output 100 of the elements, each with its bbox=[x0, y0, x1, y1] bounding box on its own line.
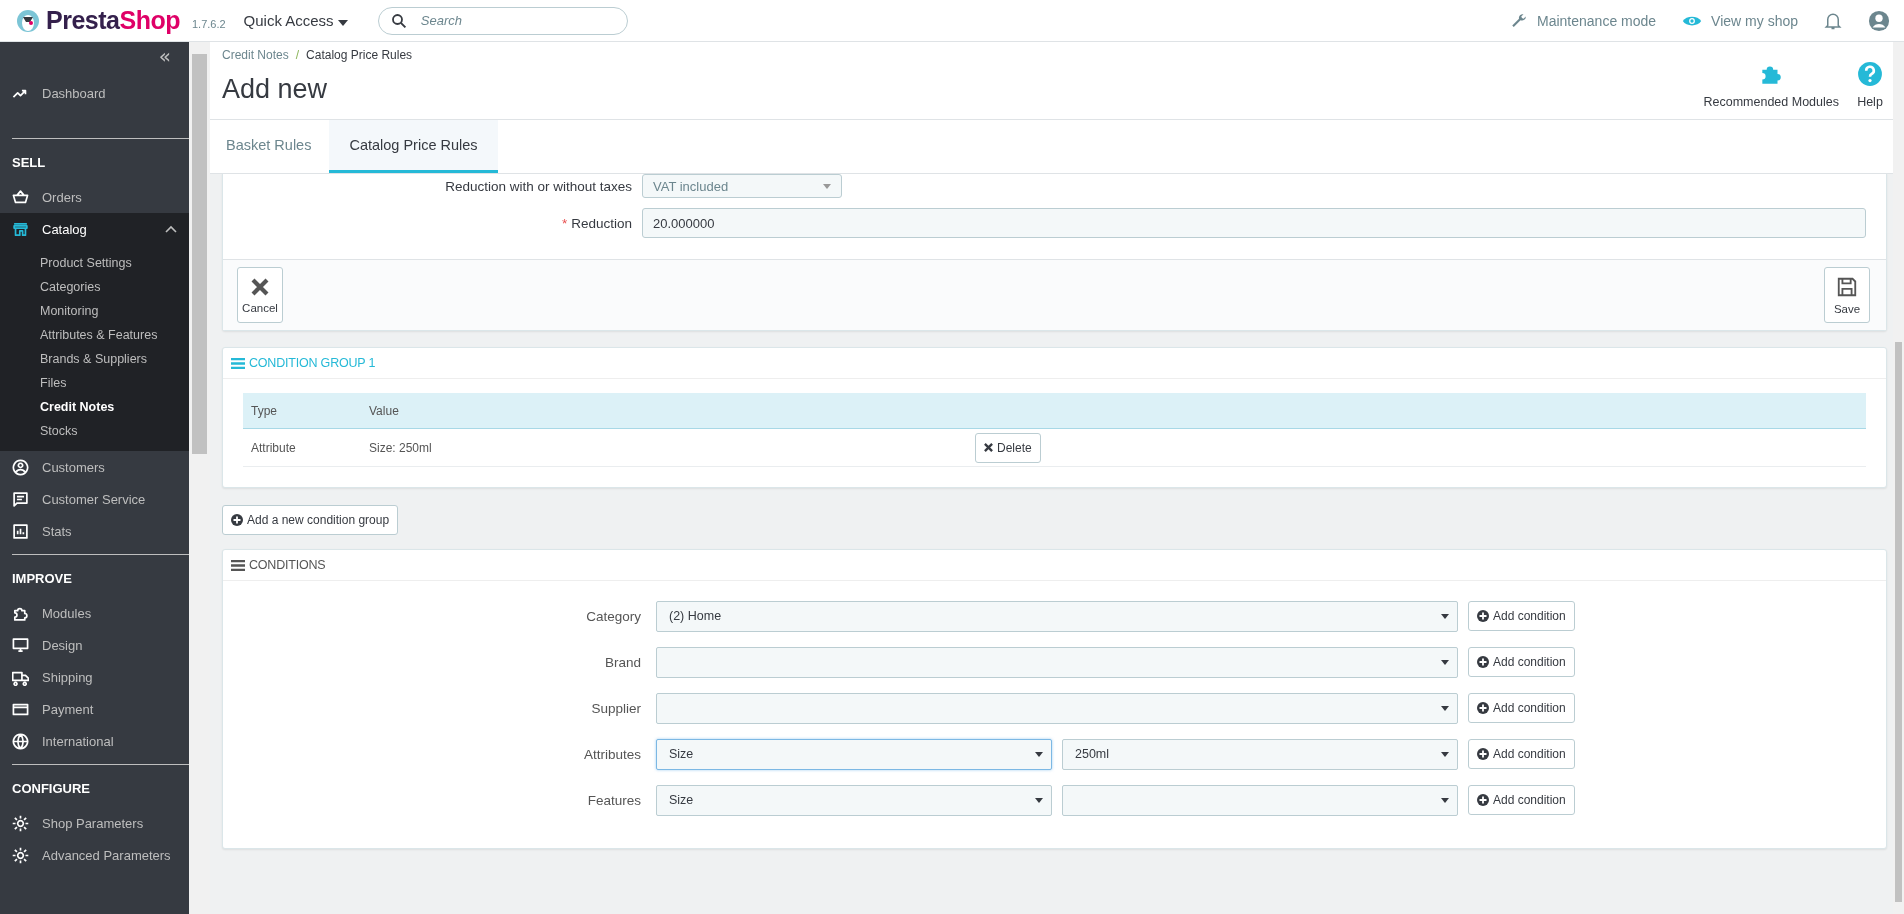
page-title: Add new bbox=[222, 74, 329, 105]
sidebar-item[interactable]: Modules bbox=[0, 597, 189, 629]
floppy-icon bbox=[1836, 275, 1858, 298]
column-header: Value bbox=[361, 393, 967, 429]
collapse-button[interactable]: « bbox=[158, 46, 171, 66]
add-condition-button[interactable]: Add condition bbox=[1468, 693, 1575, 723]
wrench-icon bbox=[1510, 11, 1528, 30]
puffin-logo-icon bbox=[16, 8, 40, 33]
chevron-icon bbox=[165, 225, 177, 233]
caret-icon bbox=[823, 183, 831, 189]
sidebar-item[interactable]: Advanced Parameters bbox=[0, 839, 189, 871]
sidebar-item[interactable]: Shop Parameters bbox=[0, 807, 189, 839]
sidebar-item[interactable]: International bbox=[0, 725, 189, 757]
user-avatar-icon[interactable] bbox=[1868, 9, 1890, 32]
list-icon bbox=[231, 357, 245, 369]
column-header: Type bbox=[243, 393, 361, 429]
add-condition-button[interactable]: Add condition bbox=[1468, 739, 1575, 769]
sidebar-subitem[interactable]: Brands & Suppliers bbox=[0, 347, 189, 371]
sidebar-item[interactable]: Customers bbox=[0, 451, 189, 483]
breadcrumb-link[interactable]: Catalog Price Rules bbox=[306, 48, 413, 62]
toolbar-button[interactable]: Recommended Modules bbox=[1703, 61, 1839, 109]
sidebar-subitem[interactable]: Attributes & Features bbox=[0, 323, 189, 347]
plus-circle-icon bbox=[1477, 748, 1489, 760]
caret-icon bbox=[1441, 751, 1449, 757]
delete-button[interactable]: Delete bbox=[975, 432, 1041, 463]
sidebar-item[interactable]: Customer Service bbox=[0, 483, 189, 515]
breadcrumb-separator: / bbox=[295, 48, 300, 62]
sidebar-item[interactable]: Shipping bbox=[0, 661, 189, 693]
select-field[interactable]: VAT included bbox=[642, 174, 842, 198]
field-label: Reduction with or without taxes bbox=[444, 178, 632, 194]
chat-icon bbox=[12, 490, 29, 508]
panel-title: CONDITIONS bbox=[249, 558, 326, 572]
maintenance-mode-link[interactable]: Maintenance mode bbox=[1510, 11, 1657, 30]
panel-title: CONDITION GROUP 1 bbox=[249, 356, 376, 370]
plus-circle-icon bbox=[1477, 610, 1489, 622]
table-cell: Attribute bbox=[243, 428, 361, 467]
sidebar-heading: CONFIGURE bbox=[11, 780, 91, 798]
save-button[interactable]: Save bbox=[1824, 267, 1870, 323]
add-condition-button[interactable]: Add condition bbox=[1468, 601, 1575, 631]
store-icon bbox=[12, 220, 29, 238]
quick-access-menu[interactable]: Quick Access bbox=[243, 12, 348, 29]
monitor-icon bbox=[12, 636, 29, 654]
add-condition-button[interactable]: Add condition bbox=[1468, 785, 1575, 815]
sidebar-item[interactable]: Design bbox=[0, 629, 189, 661]
field-label: * Reduction bbox=[560, 215, 632, 231]
field-label: Category bbox=[585, 608, 642, 624]
sidebar-subitem[interactable]: Stocks bbox=[0, 419, 189, 443]
tab[interactable]: Catalog Price Rules bbox=[329, 120, 498, 173]
close-icon bbox=[984, 443, 993, 452]
field-label: Supplier bbox=[590, 700, 642, 716]
select-field[interactable] bbox=[656, 692, 1458, 724]
select-field[interactable] bbox=[1062, 784, 1458, 816]
caret-icon bbox=[1035, 751, 1043, 757]
plus-circle-icon bbox=[1477, 702, 1489, 714]
sidebar-subitem[interactable]: Categories bbox=[0, 275, 189, 299]
breadcrumb-link[interactable]: Credit Notes bbox=[222, 48, 289, 62]
caret-icon bbox=[1441, 659, 1449, 665]
sidebar-subitem[interactable]: Monitoring bbox=[0, 299, 189, 323]
field-label: Features bbox=[586, 792, 642, 808]
caret-icon bbox=[337, 20, 348, 26]
person-icon bbox=[12, 458, 29, 476]
select-field[interactable]: Size bbox=[656, 784, 1052, 816]
help-icon bbox=[1857, 61, 1883, 87]
sidebar-item[interactable]: Dashboard bbox=[0, 77, 189, 109]
plus-circle-icon bbox=[1477, 794, 1489, 806]
add-condition-button[interactable]: Add condition bbox=[1468, 647, 1575, 677]
field-label: Attributes bbox=[582, 746, 642, 762]
field-label: Brand bbox=[603, 654, 642, 670]
input-field[interactable]: 20.000000 bbox=[642, 208, 1866, 238]
plus-circle-icon bbox=[231, 514, 243, 526]
tab[interactable]: Basket Rules bbox=[210, 120, 330, 173]
view-shop-link[interactable]: View my shop bbox=[1682, 12, 1798, 29]
sidebar-subitem[interactable]: Files bbox=[0, 371, 189, 395]
search-icon bbox=[389, 11, 408, 30]
cancel-button[interactable]: Cancel bbox=[237, 267, 283, 323]
basket-icon bbox=[12, 188, 29, 206]
sidebar-item[interactable]: Stats bbox=[0, 515, 189, 547]
version-label: 1.7.6.2 bbox=[191, 17, 226, 30]
select-field[interactable]: Size bbox=[656, 738, 1052, 770]
table-cell: Size: 250ml bbox=[361, 428, 967, 467]
sidebar-item[interactable]: Payment bbox=[0, 693, 189, 725]
caret-icon bbox=[1441, 613, 1449, 619]
logo-wordmark[interactable]: PrestaShop bbox=[46, 6, 180, 35]
select-field[interactable]: (2) Home bbox=[656, 600, 1458, 632]
sidebar-heading: SELL bbox=[11, 154, 47, 172]
search-field[interactable]: Search bbox=[377, 6, 628, 35]
list-icon bbox=[231, 559, 245, 571]
gear-icon bbox=[12, 814, 29, 832]
sidebar-item[interactable]: Orders bbox=[0, 181, 189, 213]
add-condition-group-button[interactable]: Add a new condition group bbox=[222, 505, 399, 535]
sidebar-subitem[interactable]: Product Settings bbox=[0, 251, 189, 275]
globe-icon bbox=[12, 732, 29, 750]
toolbar-button[interactable]: Help bbox=[1857, 61, 1883, 109]
select-field[interactable] bbox=[656, 646, 1458, 678]
gear-icon bbox=[12, 846, 29, 864]
caret-icon bbox=[1441, 797, 1449, 803]
sidebar-heading: IMPROVE bbox=[11, 570, 73, 588]
sidebar-subitem[interactable]: Credit Notes bbox=[0, 395, 189, 419]
select-field[interactable]: 250ml bbox=[1062, 738, 1458, 770]
caret-icon bbox=[1441, 705, 1449, 711]
